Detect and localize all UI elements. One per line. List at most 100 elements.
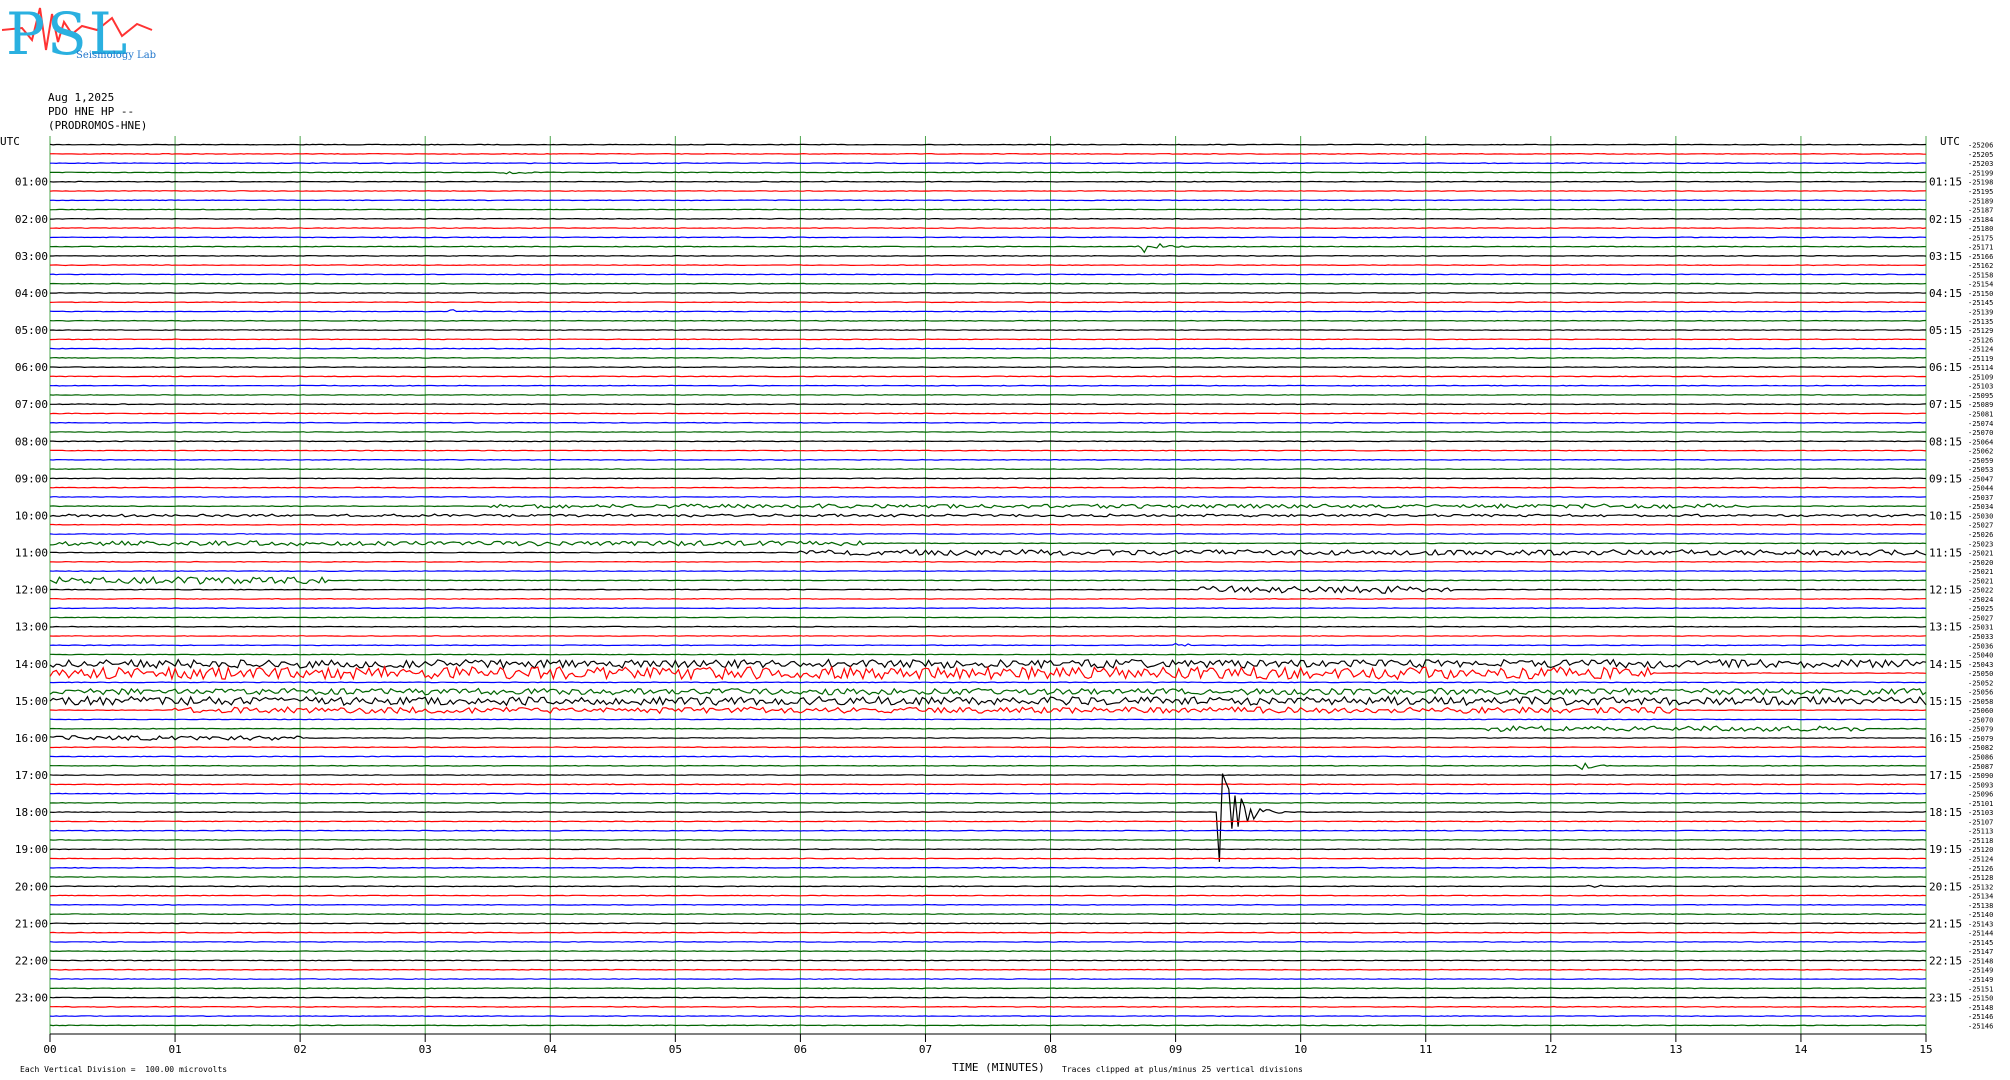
trace-row — [49, 242, 1927, 254]
trace-row — [49, 273, 1927, 276]
x-tick-label: 15 — [1919, 1043, 1932, 1056]
row-offset-label: -25095 — [1968, 392, 1993, 400]
hour-label-right: 10:15 — [1929, 509, 1962, 522]
trace-row — [49, 548, 1927, 557]
hour-label-left: 13:00 — [15, 621, 48, 634]
row-offset-label: -25129 — [1968, 327, 1993, 335]
trace-row — [49, 718, 1927, 721]
trace-row — [49, 940, 1927, 943]
trace-row — [49, 309, 1927, 313]
row-offset-label: -25195 — [1968, 188, 1993, 196]
trace-row — [49, 687, 1927, 696]
row-offset-label: -25027 — [1968, 522, 1993, 530]
scale-note: Each Vertical Division = 100.00 microvol… — [20, 1065, 228, 1074]
hour-label-left: 11:00 — [15, 547, 48, 560]
trace-row — [49, 857, 1927, 860]
hour-label-right: 15:15 — [1929, 695, 1962, 708]
trace-row — [49, 922, 1927, 925]
row-offset-label: -25148 — [1968, 1004, 1993, 1012]
row-offset-label: -25198 — [1968, 179, 1993, 187]
row-offset-label: -25056 — [1968, 689, 1993, 697]
hour-label-left: 23:00 — [15, 992, 48, 1005]
trace-row — [49, 1024, 1927, 1027]
trace-row — [49, 755, 1926, 758]
trace-row — [49, 801, 1927, 804]
x-tick-label: 05 — [669, 1043, 682, 1056]
row-offset-label: -25149 — [1968, 967, 1993, 975]
hour-label-left: 14:00 — [15, 658, 48, 671]
row-offset-label: -25040 — [1968, 652, 1993, 660]
helicorder-plot: 00 01 02 03 04 05 06 07 08 09 10 11 12 13 14 15-25206-2… — [15, 136, 1993, 1056]
trace-row — [49, 329, 1927, 332]
row-offset-label: -25150 — [1968, 995, 1993, 1003]
row-offset-label: -25031 — [1968, 624, 1993, 632]
trace-row — [49, 774, 1927, 777]
row-offset-label: -25023 — [1968, 540, 1993, 548]
trace-row — [49, 681, 1927, 684]
hour-label-left: 16:00 — [15, 732, 48, 745]
x-tick-label: 08 — [1044, 1043, 1057, 1056]
row-offset-label: -25103 — [1968, 383, 1993, 391]
row-offset-label: -25020 — [1968, 559, 1993, 567]
row-offset-label: -25149 — [1968, 976, 1993, 984]
row-offset-label: -25205 — [1968, 151, 1993, 159]
hour-label-right: 14:15 — [1929, 658, 1962, 671]
row-offset-label: -25124 — [1968, 346, 1993, 354]
hour-label-left: 07:00 — [15, 398, 48, 411]
hour-label-right: 11:15 — [1929, 547, 1962, 560]
trace-row — [49, 665, 1927, 681]
trace-row — [49, 356, 1927, 359]
trace-row — [49, 762, 1927, 771]
x-axis-title: TIME (MINUTES) — [952, 1061, 1045, 1074]
row-offset-label: -25145 — [1968, 939, 1993, 947]
row-offset-label: -25081 — [1968, 410, 1993, 418]
trace-row — [49, 616, 1927, 619]
row-offset-label: -25206 — [1968, 142, 1993, 150]
trace-row — [50, 523, 1927, 526]
trace-row — [49, 913, 1927, 916]
hour-label-right: 07:15 — [1929, 398, 1962, 411]
trace-row — [50, 162, 1927, 165]
row-offset-label: -25113 — [1968, 828, 1993, 836]
trace-row — [49, 477, 1927, 480]
trace-row — [49, 301, 1927, 304]
hour-label-left: 06:00 — [15, 361, 48, 374]
row-offset-label: -25184 — [1968, 216, 1993, 224]
row-offset-label: -25145 — [1968, 299, 1993, 307]
x-tick-label: 14 — [1794, 1043, 1808, 1056]
row-offset-label: -25021 — [1968, 550, 1993, 558]
hour-label-right: 22:15 — [1929, 954, 1962, 967]
hour-label-right: 08:15 — [1929, 435, 1962, 448]
trace-row — [49, 635, 1927, 637]
row-offset-label: -25058 — [1968, 698, 1993, 706]
row-offset-label: -25026 — [1968, 531, 1993, 539]
trace-row — [49, 607, 1927, 610]
trace-row — [49, 513, 1927, 518]
row-offset-label: -25050 — [1968, 670, 1993, 678]
hour-label-left: 12:00 — [15, 584, 48, 597]
row-offset-label: -25132 — [1968, 883, 1993, 891]
x-tick-label: 04 — [544, 1043, 558, 1056]
row-offset-label: -25079 — [1968, 735, 1993, 743]
trace-row — [50, 403, 1927, 406]
x-tick-label: 00 — [43, 1043, 56, 1056]
row-offset-label: -25118 — [1968, 837, 1993, 845]
x-tick-label: 02 — [294, 1043, 307, 1056]
row-offset-label: -25126 — [1968, 336, 1993, 344]
trace-row — [49, 820, 1926, 823]
trace-row — [49, 264, 1927, 267]
row-offset-label: -25022 — [1968, 587, 1993, 595]
trace-row — [49, 838, 1927, 841]
row-offset-label: -25036 — [1968, 642, 1993, 650]
row-offset-label: -25021 — [1968, 577, 1993, 585]
trace-row — [49, 393, 1927, 396]
hour-label-left: 09:00 — [15, 472, 48, 485]
hour-label-right: 01:15 — [1929, 176, 1962, 189]
trace-row — [50, 440, 1927, 443]
trace-row — [49, 199, 1926, 202]
trace-row — [49, 575, 1927, 585]
trace-row — [50, 366, 1927, 369]
row-offset-label: -25124 — [1968, 855, 1993, 863]
row-offset-label: -25114 — [1968, 364, 1993, 372]
hour-label-left: 02:00 — [15, 213, 48, 226]
